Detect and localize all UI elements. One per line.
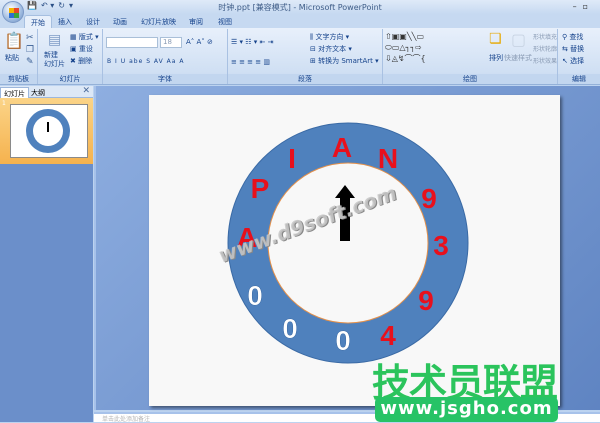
paragraph-group: ☰ ▾ ☷ ▾ ⇤ ⇥ ≡ ≡ ≡ ≡ ▥ ⫼ 文字方向 ▾ ⊟ 对齐文本 ▾ … [228,29,383,84]
format-painter-icon[interactable]: ✎ [26,58,34,67]
tab-review[interactable]: 审阅 [183,15,209,28]
delete-button[interactable]: ✖ 删除 [70,56,92,66]
clock-letter: P [251,173,270,204]
clock-face [267,162,429,324]
clipboard-label: 剪贴板 [0,74,37,84]
clock-letter: I [288,143,296,174]
text-direction-button[interactable]: ⫼ 文字方向 ▾ [310,32,349,42]
find-button[interactable]: ⚲ 查找 [562,32,583,42]
new-slide-button[interactable]: 新建 幻灯片 [44,51,65,69]
tab-design[interactable]: 设计 [80,15,106,28]
tab-home[interactable]: 开始 [24,15,52,28]
new-slide-icon[interactable]: ▤ [48,33,61,47]
paragraph-label: 段落 [228,74,382,84]
clock-letter: 0 [335,325,351,356]
slide-thumbnail-item[interactable]: 1 [0,98,93,164]
quick-styles-button[interactable]: 快速样式 [504,53,532,63]
shape-fill-button[interactable]: 形状填充 [533,32,557,41]
clock-letter: 9 [418,285,434,316]
title-bar: 💾 ↶ ▾ ↻ ▾ 时钟.ppt [兼容模式] - Microsoft Powe… [0,0,600,14]
clock-letter: 0 [282,313,298,344]
paste-icon[interactable]: 📋 [4,33,24,49]
paste-button[interactable]: 粘贴 [5,53,19,63]
tab-animation[interactable]: 动画 [107,15,133,28]
restore-button[interactable]: ▫ [583,2,594,11]
arrange-icon[interactable]: ❏ [489,32,502,46]
align-buttons[interactable]: ≡ ≡ ≡ ≡ ▥ [231,58,270,66]
ribbon: 📋 粘贴 ✂ ❐ ✎ 剪贴板 ▤ 新建 幻灯片 ▦ 版式 ▾ ▣ 重设 ✖ 删除… [0,28,600,85]
office-button[interactable] [2,1,24,23]
shapes-gallery[interactable]: ⇧▣▣╲╲▭ ⬭▭△┐┐⇨ ⇩◬↯⌒⌒{ [385,31,426,64]
clock-letter: A [332,132,352,163]
clipboard-group: 📋 粘贴 ✂ ❐ ✎ 剪贴板 [0,29,38,84]
font-size-select[interactable]: 18 [160,37,182,48]
slides-label: 幻灯片 [38,74,102,84]
drawing-label: 绘图 [383,74,557,84]
shape-effects-button[interactable]: 形状效果 [533,56,557,65]
font-name-select[interactable] [106,37,158,48]
replace-button[interactable]: ⇆ 替换 [562,44,584,54]
ribbon-tabs: 开始 插入 设计 动画 幻灯片放映 审阅 视图 [0,14,600,28]
editing-group: ⚲ 查找 ⇆ 替换 ↖ 选择 编辑 [558,29,600,84]
layout-button[interactable]: ▦ 版式 ▾ [70,32,99,42]
cut-icon[interactable]: ✂ [26,34,34,43]
convert-smartart-button[interactable]: ⊞ 转换为 SmartArt ▾ [310,56,379,66]
arrange-button[interactable]: 排列 [489,53,503,63]
list-buttons[interactable]: ☰ ▾ ☷ ▾ ⇤ ⇥ [231,38,273,46]
tab-view[interactable]: 视图 [212,15,238,28]
slide-thumbnail[interactable] [10,104,88,158]
slides-group: ▤ 新建 幻灯片 ▦ 版式 ▾ ▣ 重设 ✖ 删除 幻灯片 [38,29,103,84]
drawing-group: ⇧▣▣╲╲▭ ⬭▭△┐┐⇨ ⇩◬↯⌒⌒{ ❏ 排列 ▢ 快速样式 形状填充 形状轮廓… [383,29,558,84]
clock-letter: 4 [380,320,396,351]
clock-letter: 9 [421,183,437,214]
site-logo-url: www.jsgho.com [375,397,558,422]
close-panel-icon[interactable]: ✕ [82,86,90,96]
clock-letter: 0 [247,280,263,311]
font-group: 18 A˄ A˅ ⊘ B I U abe S AV Aa A 字体 [103,29,228,84]
clock-letter: 3 [433,230,449,261]
clock-letter: N [378,143,398,174]
minimize-button[interactable]: – [573,2,583,11]
slide-number: 1 [2,100,6,107]
window-title: 时钟.ppt [兼容模式] - Microsoft PowerPoint [218,3,382,12]
tab-slideshow[interactable]: 幻灯片放映 [135,15,182,28]
reset-button[interactable]: ▣ 重设 [70,44,93,54]
slides-panel: 幻灯片 大纲 ✕ 1 [0,86,93,422]
tab-insert[interactable]: 插入 [52,15,78,28]
copy-icon[interactable]: ❐ [26,46,34,55]
align-text-button[interactable]: ⊟ 对齐文本 ▾ [310,44,352,54]
shape-outline-button[interactable]: 形状轮廓 [533,44,557,53]
quick-styles-icon[interactable]: ▢ [511,32,526,48]
grow-shrink-font-buttons[interactable]: A˄ A˅ ⊘ [186,38,213,46]
font-label: 字体 [103,74,227,84]
editing-label: 编辑 [558,74,600,84]
select-button[interactable]: ↖ 选择 [562,56,584,66]
thumbnail-clock [26,109,70,153]
font-format-buttons[interactable]: B I U abe S AV Aa A [107,58,184,65]
